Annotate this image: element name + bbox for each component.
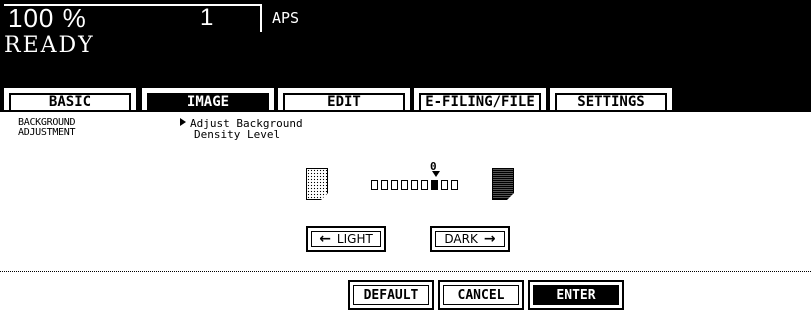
density-step — [431, 180, 438, 190]
density-pointer-icon — [432, 171, 440, 177]
tab-image[interactable]: IMAGE — [142, 88, 274, 110]
section-title: BACKGROUND ADJUSTMENT — [18, 117, 76, 138]
light-button[interactable]: ← LIGHT — [306, 226, 386, 252]
light-page-icon — [306, 168, 328, 200]
dark-button[interactable]: DARK → — [430, 226, 510, 252]
cancel-button[interactable]: CANCEL — [438, 280, 524, 310]
enter-button[interactable]: ENTER — [528, 280, 624, 310]
dark-page-icon — [492, 168, 514, 200]
copy-ratio: 100 % — [8, 3, 87, 33]
arrow-right-icon: → — [483, 231, 496, 247]
machine-status: READY — [4, 33, 95, 58]
density-step — [371, 180, 378, 190]
copy-count: 1 — [200, 4, 214, 31]
tab-basic[interactable]: BASIC — [4, 88, 136, 110]
tab-edit[interactable]: EDIT — [278, 88, 410, 110]
density-scale — [371, 180, 458, 190]
tab-bar: BASIC IMAGE EDIT E-FILING/FILE SETTINGS — [0, 86, 811, 110]
density-step — [381, 180, 388, 190]
tab-divider — [0, 110, 811, 112]
density-step — [391, 180, 398, 190]
arrow-left-icon: ← — [319, 231, 331, 247]
density-step — [401, 180, 408, 190]
pointer-right-icon — [180, 118, 186, 126]
density-step — [451, 180, 458, 190]
density-step — [441, 180, 448, 190]
divider — [0, 271, 811, 272]
instruction-text: Adjust Background Density Level — [180, 118, 303, 140]
tab-e-filing-file[interactable]: E-FILING/FILE — [414, 88, 546, 110]
default-button[interactable]: DEFAULT — [348, 280, 434, 310]
status-bar: 100 % 1 APS READY BASIC IMAGE EDIT E-FIL… — [0, 0, 811, 110]
density-step — [411, 180, 418, 190]
density-step — [421, 180, 428, 190]
paper-mode: APS — [272, 9, 300, 27]
tab-settings[interactable]: SETTINGS — [550, 88, 672, 110]
